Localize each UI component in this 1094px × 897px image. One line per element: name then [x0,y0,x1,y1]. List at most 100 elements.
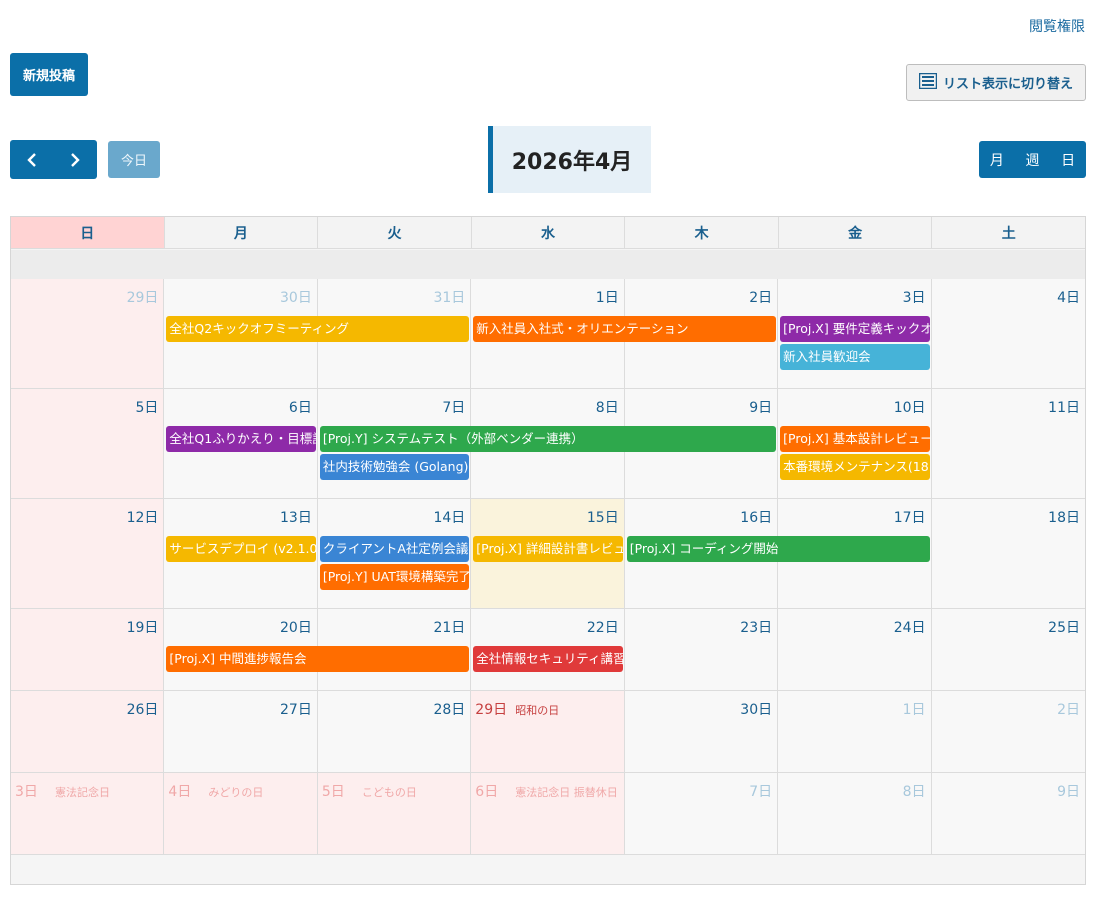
day-cell[interactable]: 28日 [317,691,472,773]
today-button[interactable]: 今日 [108,141,160,178]
calendar-event[interactable]: 本番環境メンテナンス(18:00~) [780,454,930,480]
day-number: 19日 [126,620,159,636]
day-number: 11日 [1048,400,1080,416]
day-number: 30日 [280,290,312,306]
day-number: 6日 [288,400,312,416]
day-number: 20日 [280,620,312,636]
day-cell[interactable]: 4日 みどりの日 [164,773,318,855]
weekday-fri: 金 [779,217,933,248]
prev-month-button[interactable] [10,140,54,179]
day-number: 21日 [433,620,466,636]
day-cell[interactable]: 30日 [624,691,779,773]
day-number: 24日 [893,620,926,636]
holiday-name: 昭和の日 [515,704,560,717]
day-cell[interactable]: 5日 [11,389,165,499]
day-number: 17日 [893,510,926,526]
day-cell[interactable]: 23日 [624,609,779,691]
calendar-event[interactable]: 社内技術勉強会 (Golang) [319,454,470,480]
nav-button-group [10,140,97,179]
day-number: 15日 [586,510,619,526]
day-cell[interactable]: 9日 [931,773,1085,855]
day-number: 10日 [893,400,926,416]
day-number: 9日 [1057,784,1080,800]
day-cell[interactable]: 8日 [778,773,932,855]
day-cell[interactable]: 18日 [931,499,1085,609]
day-number: 28日 [433,702,466,718]
chevron-right-icon [71,152,80,167]
day-number: 18日 [1048,510,1080,526]
calendar-event[interactable]: [Proj.Y] システムテスト（外部ベンダー連携） [319,426,777,452]
day-cell[interactable]: 4日 [931,279,1085,389]
calendar-event[interactable]: 全社Q1ふりかえり・目標設定 [166,426,316,452]
view-day-button[interactable]: 日 [1050,141,1086,178]
day-number: 5日 [321,784,345,800]
day-number: 14日 [433,510,466,526]
day-number: 31日 [433,290,466,306]
holiday-name: 憲法記念日 [55,786,110,799]
weekday-tue: 火 [318,217,472,248]
view-week-button[interactable]: 週 [1015,141,1051,178]
calendar-event[interactable]: [Proj.X] 基本設計レビュー [780,426,930,452]
day-number: 7日 [442,400,466,416]
day-cell[interactable]: 12日 [11,499,165,609]
day-cell[interactable]: 6日 憲法記念日 振替休日 [471,773,625,855]
holiday-name: 憲法記念日 振替休日 [515,786,618,799]
day-cell[interactable]: 2日 [931,691,1085,773]
day-number: 2日 [1057,702,1080,718]
day-number: 30日 [740,702,773,718]
day-number: 1日 [902,702,926,718]
weekday-header: 日 月 火 水 木 金 土 [11,217,1085,249]
month-title: 2026年4月 [488,126,651,193]
holiday-name: みどりの日 [208,786,264,799]
day-number: 25日 [1048,620,1080,636]
allday-strip [11,250,1085,279]
calendar-event[interactable]: [Proj.Y] UAT環境構築完了 [319,564,470,590]
day-number: 22日 [586,620,619,636]
day-cell[interactable]: 26日 [11,691,165,773]
day-number: 2日 [749,290,773,306]
permission-link[interactable]: 閲覧権限 [1029,16,1085,36]
weekday-sat: 土 [1001,225,1016,242]
holiday-name: こどもの日 [361,786,417,799]
weekday-thu: 木 [625,217,779,248]
day-number: 27日 [280,702,312,718]
weekday-mon: 月 [165,217,319,248]
day-cell[interactable]: 7日 [624,773,779,855]
day-cell[interactable]: 5日 こどもの日 [317,773,472,855]
view-month-button[interactable]: 月 [979,141,1015,178]
calendar-event[interactable]: 新入社員歓迎会 [780,344,930,370]
calendar-event[interactable]: [Proj.X] 中間進捗報告会 [166,646,470,672]
list-view-button[interactable]: リスト表示に切り替え [906,64,1086,101]
day-number: 9日 [749,400,773,416]
day-number: 23日 [740,620,773,636]
day-cell[interactable]: 24日 [778,609,932,691]
calendar-event[interactable]: 新入社員入社式・オリエンテーション [473,316,777,342]
next-month-button[interactable] [54,140,98,179]
day-number: 1日 [595,290,619,306]
day-number: 3日 [15,784,38,800]
day-cell[interactable]: 11日 [931,389,1085,499]
day-cell[interactable]: 3日 憲法記念日 [11,773,165,855]
day-cell[interactable]: 25日 [931,609,1085,691]
day-number: 5日 [135,400,159,416]
day-cell[interactable]: 29日 [11,279,165,389]
new-post-button[interactable]: 新規投稿 [10,53,88,96]
calendar-event[interactable]: サービスデプロイ (v2.1.0) [166,536,316,562]
day-cell[interactable]: 27日 [164,691,318,773]
day-cell[interactable]: 29日 昭和の日 [471,691,625,773]
day-number: 6日 [475,784,499,800]
calendar-event[interactable]: [Proj.X] 要件定義キックオフ [780,316,930,342]
calendar-event[interactable]: [Proj.X] コーディング開始 [626,536,930,562]
view-switcher: 月 週 日 [979,141,1086,178]
weekday-sun: 日 [11,217,165,248]
day-number: 29日 [475,702,508,718]
day-cell[interactable]: 19日 [11,609,165,691]
day-cell[interactable]: 1日 [778,691,932,773]
calendar-event[interactable]: 全社Q2キックオフミーティング [166,316,470,342]
list-view-label: リスト表示に切り替え [942,77,1073,92]
calendar-event[interactable]: 全社情報セキュリティ講習 [473,646,623,672]
day-number: 4日 [1057,290,1080,306]
calendar-event[interactable]: [Proj.X] 詳細設計書レビュー [473,536,623,562]
day-number: 7日 [749,784,773,800]
calendar-event[interactable]: クライアントA社定例会議 [319,536,470,562]
